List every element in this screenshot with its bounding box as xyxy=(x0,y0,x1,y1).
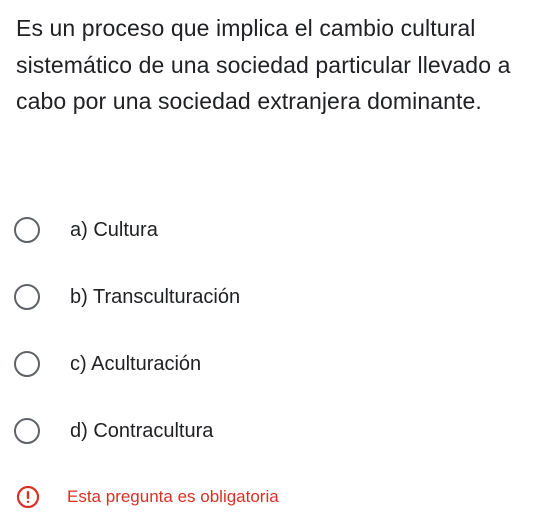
option-b[interactable]: b) Transculturación xyxy=(14,277,240,317)
radio-button[interactable] xyxy=(14,217,40,243)
option-label: c) Aculturación xyxy=(70,352,202,375)
option-label: b) Transculturación xyxy=(70,285,241,308)
option-a[interactable]: a) Cultura xyxy=(14,210,158,250)
radio-button[interactable] xyxy=(14,351,40,377)
error-icon xyxy=(16,485,40,509)
option-d[interactable]: d) Contracultura xyxy=(14,411,213,451)
option-label: d) Contracultura xyxy=(70,419,214,442)
radio-button[interactable] xyxy=(14,284,40,310)
validation-message: Esta pregunta es obligatoria xyxy=(16,484,279,510)
radio-button[interactable] xyxy=(14,418,40,444)
option-label: a) Cultura xyxy=(70,218,158,241)
option-c[interactable]: c) Aculturación xyxy=(14,344,201,384)
error-text: Esta pregunta es obligatoria xyxy=(67,487,279,506)
question-title: Es un proceso que implica el cambio cult… xyxy=(16,15,511,114)
